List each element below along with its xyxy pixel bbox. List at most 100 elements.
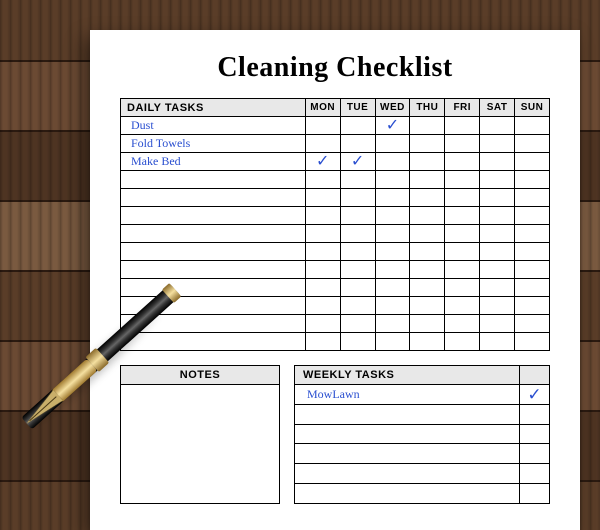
daily-check-cell[interactable] [445, 207, 480, 225]
daily-check-cell[interactable] [375, 135, 410, 153]
daily-check-cell[interactable] [305, 171, 340, 189]
daily-check-cell[interactable] [340, 207, 375, 225]
daily-check-cell[interactable] [410, 225, 445, 243]
daily-check-cell[interactable]: ✓ [340, 153, 375, 171]
weekly-check-cell[interactable] [520, 464, 550, 484]
daily-check-cell[interactable] [480, 207, 515, 225]
daily-check-cell[interactable] [410, 117, 445, 135]
daily-check-cell[interactable] [410, 315, 445, 333]
daily-check-cell[interactable] [515, 279, 550, 297]
daily-check-cell[interactable] [305, 243, 340, 261]
daily-task-cell[interactable]: Dust [121, 117, 306, 135]
daily-task-cell[interactable] [121, 207, 306, 225]
daily-check-cell[interactable] [305, 297, 340, 315]
weekly-check-cell[interactable] [520, 424, 550, 444]
daily-check-cell[interactable] [515, 117, 550, 135]
daily-check-cell[interactable] [375, 333, 410, 351]
daily-check-cell[interactable] [445, 225, 480, 243]
daily-check-cell[interactable] [305, 225, 340, 243]
daily-check-cell[interactable] [445, 153, 480, 171]
daily-task-cell[interactable] [121, 225, 306, 243]
daily-check-cell[interactable] [515, 333, 550, 351]
daily-check-cell[interactable] [480, 225, 515, 243]
daily-task-cell[interactable] [121, 243, 306, 261]
daily-check-cell[interactable] [445, 279, 480, 297]
daily-check-cell[interactable] [340, 135, 375, 153]
daily-check-cell[interactable] [340, 243, 375, 261]
daily-check-cell[interactable] [515, 261, 550, 279]
daily-check-cell[interactable] [480, 333, 515, 351]
daily-check-cell[interactable] [375, 279, 410, 297]
daily-check-cell[interactable] [410, 333, 445, 351]
daily-check-cell[interactable] [305, 117, 340, 135]
daily-check-cell[interactable] [305, 333, 340, 351]
daily-check-cell[interactable] [375, 297, 410, 315]
weekly-task-cell[interactable] [295, 444, 520, 464]
daily-check-cell[interactable] [375, 261, 410, 279]
daily-check-cell[interactable] [375, 315, 410, 333]
notes-body[interactable] [121, 385, 279, 503]
daily-check-cell[interactable] [340, 225, 375, 243]
daily-task-cell[interactable] [121, 297, 306, 315]
daily-check-cell[interactable] [445, 297, 480, 315]
daily-check-cell[interactable] [445, 117, 480, 135]
daily-check-cell[interactable] [480, 189, 515, 207]
daily-check-cell[interactable] [515, 153, 550, 171]
daily-check-cell[interactable] [515, 189, 550, 207]
daily-check-cell[interactable] [340, 297, 375, 315]
daily-task-cell[interactable] [121, 315, 306, 333]
daily-check-cell[interactable] [445, 333, 480, 351]
daily-check-cell[interactable] [480, 135, 515, 153]
weekly-task-cell[interactable] [295, 464, 520, 484]
daily-check-cell[interactable] [515, 315, 550, 333]
weekly-task-cell[interactable]: MowLawn [295, 385, 520, 405]
daily-task-cell[interactable]: Fold Towels [121, 135, 306, 153]
daily-check-cell[interactable] [515, 225, 550, 243]
daily-check-cell[interactable] [375, 171, 410, 189]
daily-check-cell[interactable] [480, 297, 515, 315]
daily-check-cell[interactable] [410, 297, 445, 315]
weekly-task-cell[interactable] [295, 404, 520, 424]
daily-task-cell[interactable] [121, 171, 306, 189]
daily-check-cell[interactable] [445, 315, 480, 333]
daily-check-cell[interactable] [305, 261, 340, 279]
daily-task-cell[interactable] [121, 261, 306, 279]
weekly-check-cell[interactable] [520, 444, 550, 464]
daily-check-cell[interactable] [410, 261, 445, 279]
daily-check-cell[interactable] [445, 189, 480, 207]
daily-check-cell[interactable] [480, 171, 515, 189]
daily-check-cell[interactable] [305, 279, 340, 297]
daily-check-cell[interactable] [410, 135, 445, 153]
daily-check-cell[interactable] [305, 135, 340, 153]
daily-check-cell[interactable]: ✓ [305, 153, 340, 171]
notes-box[interactable]: NOTES [120, 365, 280, 504]
daily-check-cell[interactable] [515, 135, 550, 153]
weekly-task-cell[interactable] [295, 484, 520, 504]
daily-check-cell[interactable] [375, 189, 410, 207]
daily-check-cell[interactable] [305, 189, 340, 207]
daily-check-cell[interactable] [340, 117, 375, 135]
weekly-check-cell[interactable] [520, 484, 550, 504]
daily-check-cell[interactable] [340, 315, 375, 333]
daily-check-cell[interactable] [340, 189, 375, 207]
daily-check-cell[interactable] [445, 135, 480, 153]
daily-task-cell[interactable] [121, 333, 306, 351]
daily-check-cell[interactable] [305, 207, 340, 225]
daily-check-cell[interactable] [515, 297, 550, 315]
daily-check-cell[interactable] [515, 243, 550, 261]
daily-check-cell[interactable] [340, 279, 375, 297]
daily-check-cell[interactable] [480, 153, 515, 171]
weekly-task-cell[interactable] [295, 424, 520, 444]
daily-check-cell[interactable] [340, 171, 375, 189]
daily-check-cell[interactable] [480, 243, 515, 261]
daily-check-cell[interactable]: ✓ [375, 117, 410, 135]
daily-check-cell[interactable] [410, 153, 445, 171]
daily-check-cell[interactable] [305, 315, 340, 333]
daily-check-cell[interactable] [410, 243, 445, 261]
daily-check-cell[interactable] [410, 189, 445, 207]
daily-check-cell[interactable] [375, 153, 410, 171]
daily-check-cell[interactable] [340, 333, 375, 351]
daily-task-cell[interactable] [121, 189, 306, 207]
daily-check-cell[interactable] [515, 207, 550, 225]
daily-check-cell[interactable] [410, 171, 445, 189]
